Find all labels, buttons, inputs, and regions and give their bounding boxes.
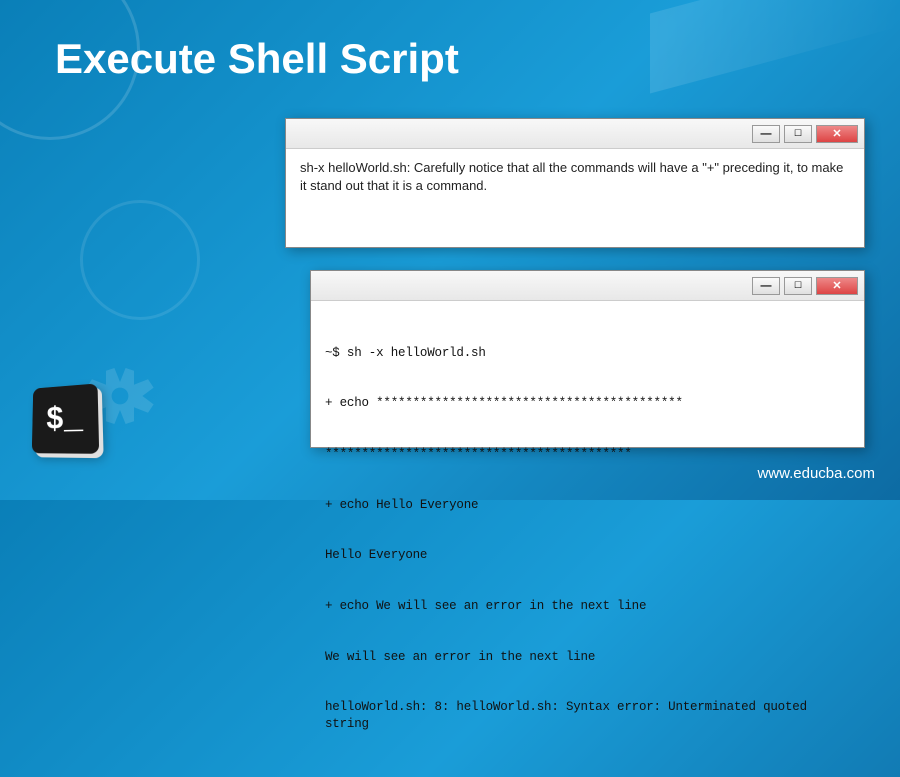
terminal-line: ~$ sh -x helloWorld.sh bbox=[325, 345, 850, 362]
maximize-button[interactable]: ☐ bbox=[784, 125, 812, 143]
terminal-window: — ☐ ✕ ~$ sh -x helloWorld.sh + echo ****… bbox=[310, 270, 865, 448]
window-titlebar[interactable]: — ☐ ✕ bbox=[286, 119, 864, 149]
window-titlebar[interactable]: — ☐ ✕ bbox=[311, 271, 864, 301]
minimize-button[interactable]: — bbox=[752, 125, 780, 143]
close-button[interactable]: ✕ bbox=[816, 277, 858, 295]
shell-script-icon: $_ bbox=[30, 385, 115, 470]
terminal-line: ****************************************… bbox=[325, 446, 850, 463]
page-title: Execute Shell Script bbox=[55, 35, 459, 83]
shell-prompt-icon: $_ bbox=[32, 383, 99, 453]
decorative-swoosh bbox=[650, 0, 900, 93]
website-url: www.educba.com bbox=[757, 465, 875, 482]
close-button[interactable]: ✕ bbox=[816, 125, 858, 143]
terminal-line: + echo We will see an error in the next … bbox=[325, 598, 850, 615]
terminal-line: We will see an error in the next line bbox=[325, 649, 850, 666]
terminal-line: Hello Everyone bbox=[325, 547, 850, 564]
minimize-button[interactable]: — bbox=[752, 277, 780, 295]
terminal-line: helloWorld.sh: 8: helloWorld.sh: Syntax … bbox=[325, 699, 850, 733]
description-window: — ☐ ✕ sh-x helloWorld.sh: Carefully noti… bbox=[285, 118, 865, 248]
terminal-output: ~$ sh -x helloWorld.sh + echo **********… bbox=[311, 301, 864, 777]
decorative-circle bbox=[80, 200, 200, 320]
terminal-line: + echo Hello Everyone bbox=[325, 497, 850, 514]
window-content: sh-x helloWorld.sh: Carefully notice tha… bbox=[286, 149, 864, 205]
terminal-line: + echo *********************************… bbox=[325, 395, 850, 412]
maximize-button[interactable]: ☐ bbox=[784, 277, 812, 295]
